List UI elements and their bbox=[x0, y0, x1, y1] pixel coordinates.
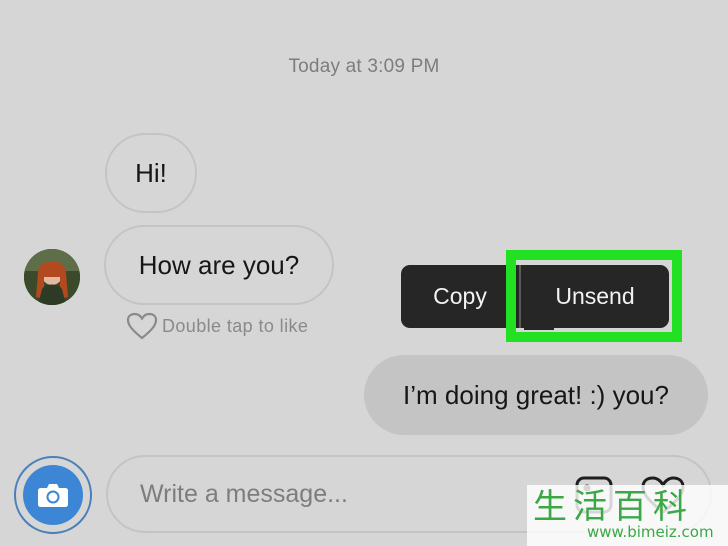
message-text: I’m doing great! :) you? bbox=[403, 379, 669, 410]
message-input-placeholder[interactable]: Write a message... bbox=[140, 457, 348, 531]
message-text: Hi! bbox=[135, 157, 167, 188]
message-text: How are you? bbox=[138, 249, 300, 280]
like-hint-text: Double tap to like bbox=[162, 315, 309, 336]
avatar-photo bbox=[24, 249, 80, 305]
incoming-message-bubble[interactable]: Hi! bbox=[105, 133, 197, 213]
unsend-button[interactable]: Unsend bbox=[521, 265, 669, 328]
incoming-message-bubble[interactable]: How are you? bbox=[104, 225, 334, 305]
watermark-url: www.bimeiz.com bbox=[587, 523, 714, 541]
menu-pointer-arrow bbox=[524, 326, 554, 330]
watermark-logo: 生活百科 www.bimeiz.com bbox=[527, 485, 728, 546]
chat-screen: Today at 3:09 PM Hi! How are you? Double… bbox=[0, 0, 728, 546]
message-timestamp: Today at 3:09 PM bbox=[288, 56, 440, 77]
heart-outline-icon bbox=[126, 312, 158, 340]
camera-icon bbox=[38, 484, 68, 507]
message-context-menu: Copy Unsend bbox=[401, 265, 669, 328]
double-tap-like-hint: Double tap to like bbox=[126, 312, 308, 340]
camera-button[interactable] bbox=[14, 456, 92, 534]
outgoing-message-bubble[interactable]: I’m doing great! :) you? bbox=[364, 355, 708, 435]
sender-avatar[interactable] bbox=[24, 249, 80, 305]
copy-button[interactable]: Copy bbox=[401, 265, 519, 328]
watermark-chars: 生活百科 bbox=[533, 487, 693, 527]
camera-icon-circle bbox=[23, 465, 83, 525]
